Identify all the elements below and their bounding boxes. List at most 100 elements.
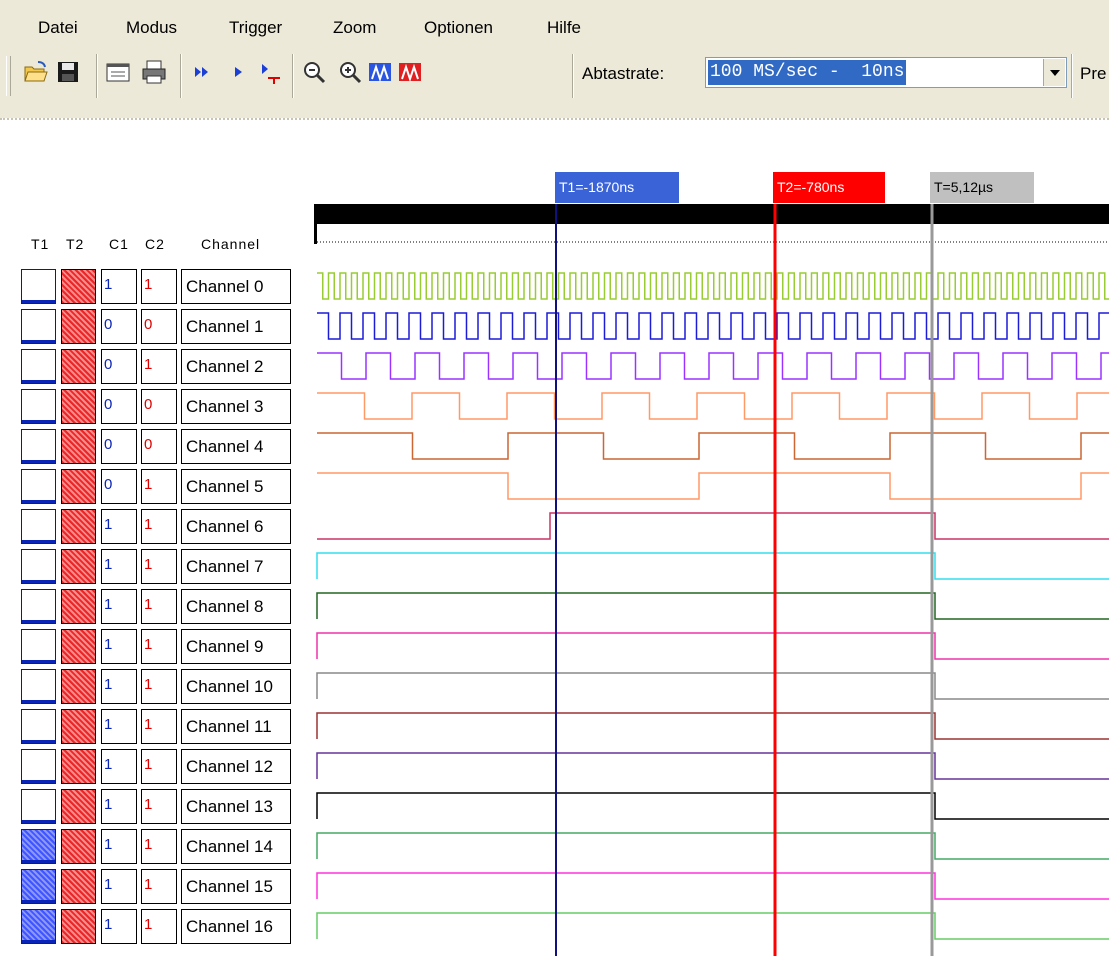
t1-toggle[interactable] [21,269,56,304]
waveform-display[interactable] [314,204,1109,956]
c1-value-cell[interactable]: 1 [101,589,137,624]
c1-value-cell[interactable]: 1 [101,549,137,584]
t2-toggle[interactable] [61,669,96,704]
channel-name-cell[interactable]: Channel 2 [181,349,291,384]
c2-value-cell[interactable]: 1 [141,589,177,624]
t2-toggle[interactable] [61,829,96,864]
channel-name-cell[interactable]: Channel 5 [181,469,291,504]
c1-value-cell[interactable]: 1 [101,709,137,744]
channel-name-cell[interactable]: Channel 11 [181,709,291,744]
waveform-canvas[interactable] [314,204,1109,956]
c2-value-cell[interactable]: 1 [141,669,177,704]
c1-value-cell[interactable]: 1 [101,829,137,864]
c1-value-cell[interactable]: 1 [101,629,137,664]
channel-name-cell[interactable]: Channel 15 [181,869,291,904]
menu-optionen[interactable]: Optionen [424,18,493,38]
menu-hilfe[interactable]: Hilfe [547,18,581,38]
cursor-t-label[interactable]: T=5,12µs [930,172,1034,203]
c1-value-cell[interactable]: 1 [101,789,137,824]
menu-zoom[interactable]: Zoom [333,18,376,38]
print-icon[interactable] [140,58,168,86]
c1-value-cell[interactable]: 0 [101,429,137,464]
c2-value-cell[interactable]: 0 [141,389,177,424]
c1-value-cell[interactable]: 0 [101,389,137,424]
c1-value-cell[interactable]: 1 [101,749,137,784]
t2-toggle[interactable] [61,629,96,664]
t1-toggle[interactable] [21,869,56,904]
c2-value-cell[interactable]: 1 [141,269,177,304]
zoom-in-icon[interactable] [336,58,364,86]
run-continuous-icon[interactable] [188,58,216,86]
open-folder-icon[interactable] [22,58,50,86]
t2-toggle[interactable] [61,869,96,904]
window-icon[interactable] [104,58,132,86]
t1-toggle[interactable] [21,709,56,744]
t1-toggle[interactable] [21,829,56,864]
channel-name-cell[interactable]: Channel 9 [181,629,291,664]
channel-name-cell[interactable]: Channel 6 [181,509,291,544]
t2-toggle[interactable] [61,389,96,424]
c1-value-cell[interactable]: 1 [101,269,137,304]
cursor-t2-label[interactable]: T2=-780ns [773,172,885,203]
cursor-t1-label[interactable]: T1=-1870ns [555,172,679,203]
channel-name-cell[interactable]: Channel 8 [181,589,291,624]
t1-toggle[interactable] [21,469,56,504]
t2-toggle[interactable] [61,349,96,384]
t1-toggle[interactable] [21,789,56,824]
c2-value-cell[interactable]: 1 [141,789,177,824]
channel-name-cell[interactable]: Channel 1 [181,309,291,344]
c1-value-cell[interactable]: 1 [101,909,137,944]
menu-modus[interactable]: Modus [126,18,177,38]
channel-name-cell[interactable]: Channel 10 [181,669,291,704]
cursor-t2-icon[interactable] [396,58,424,86]
channel-name-cell[interactable]: Channel 12 [181,749,291,784]
run-single-icon[interactable] [224,58,252,86]
t1-toggle[interactable] [21,669,56,704]
channel-name-cell[interactable]: Channel 7 [181,549,291,584]
cursor-t1-icon[interactable] [366,58,394,86]
c1-value-cell[interactable]: 1 [101,669,137,704]
channel-name-cell[interactable]: Channel 4 [181,429,291,464]
c2-value-cell[interactable]: 0 [141,309,177,344]
channel-name-cell[interactable]: Channel 16 [181,909,291,944]
c1-value-cell[interactable]: 0 [101,469,137,504]
menu-trigger[interactable]: Trigger [229,18,282,38]
t2-toggle[interactable] [61,589,96,624]
t1-toggle[interactable] [21,349,56,384]
t1-toggle[interactable] [21,909,56,944]
toolbar-grip[interactable] [6,56,11,96]
t2-toggle[interactable] [61,509,96,544]
c1-value-cell[interactable]: 1 [101,509,137,544]
channel-name-cell[interactable]: Channel 14 [181,829,291,864]
c2-value-cell[interactable]: 1 [141,829,177,864]
t1-toggle[interactable] [21,629,56,664]
run-trigger-icon[interactable] [256,58,284,86]
t1-toggle[interactable] [21,509,56,544]
c2-value-cell[interactable]: 1 [141,629,177,664]
t2-toggle[interactable] [61,269,96,304]
t2-toggle[interactable] [61,309,96,344]
t1-toggle[interactable] [21,309,56,344]
chevron-down-icon[interactable] [1043,59,1065,86]
t2-toggle[interactable] [61,429,96,464]
t2-toggle[interactable] [61,749,96,784]
t1-toggle[interactable] [21,389,56,424]
t2-toggle[interactable] [61,469,96,504]
c2-value-cell[interactable]: 1 [141,549,177,584]
c1-value-cell[interactable]: 0 [101,309,137,344]
c2-value-cell[interactable]: 1 [141,909,177,944]
t2-toggle[interactable] [61,549,96,584]
c2-value-cell[interactable]: 1 [141,749,177,784]
t2-toggle[interactable] [61,909,96,944]
c2-value-cell[interactable]: 1 [141,709,177,744]
save-disk-icon[interactable] [54,58,82,86]
menu-datei[interactable]: Datei [38,18,78,38]
channel-name-cell[interactable]: Channel 3 [181,389,291,424]
c2-value-cell[interactable]: 1 [141,469,177,504]
channel-name-cell[interactable]: Channel 0 [181,269,291,304]
zoom-out-icon[interactable] [300,58,328,86]
c1-value-cell[interactable]: 1 [101,869,137,904]
t1-toggle[interactable] [21,589,56,624]
c1-value-cell[interactable]: 0 [101,349,137,384]
c2-value-cell[interactable]: 1 [141,349,177,384]
